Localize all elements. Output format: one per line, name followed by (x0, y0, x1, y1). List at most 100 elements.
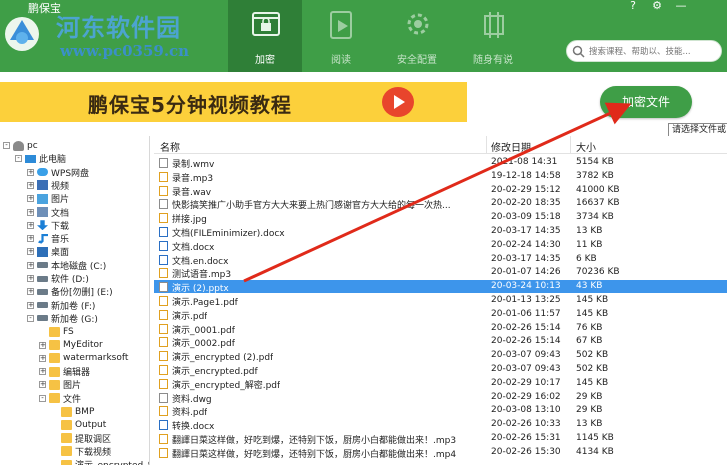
tree-node[interactable]: + 软件 (D:) (27, 272, 89, 285)
file-row[interactable]: 演示_0001.pdf 20-02-26 15:14 76 KB (154, 322, 727, 336)
file-list[interactable]: 名称 修改日期 大小 录制.wmv 2021-08 14:31 5154 KB 录音.… (154, 136, 727, 465)
expand-icon[interactable]: + (27, 301, 34, 309)
nav-encrypt[interactable]: 加密 (228, 0, 302, 72)
video-tutorial-banner[interactable]: 鹏保宝5分钟视频教程 (0, 82, 467, 122)
expand-icon[interactable]: + (27, 168, 34, 176)
file-row[interactable]: 录制.wmv 2021-08 14:31 5154 KB (154, 156, 727, 170)
expand-icon[interactable]: + (27, 195, 34, 203)
expand-icon[interactable]: + (39, 381, 46, 389)
tree-node[interactable]: + 桌面 (27, 245, 69, 258)
tree-node[interactable]: + 图片 (27, 192, 69, 205)
expand-icon[interactable]: + (27, 261, 34, 269)
expand-icon[interactable]: + (27, 208, 34, 216)
expand-icon[interactable]: + (27, 288, 34, 296)
file-row[interactable]: 资料.dwg 20-02-29 16:02 29 KB (154, 391, 727, 405)
file-row[interactable]: 测试语音.mp3 20-01-07 14:26 70236 KB (154, 266, 727, 280)
column-date[interactable]: 修改日期 (491, 139, 531, 154)
file-row[interactable]: 演示.pdf 20-01-06 11:57 145 KB (154, 308, 727, 322)
tree-node[interactable]: + 下载 (27, 219, 69, 232)
folder-tree[interactable]: - pc - 此电脑 + WPS网盘 + 视频 + 图片 + 文档 + 下载 + 音乐 + 桌面 + 本地磁盘 (C:… (0, 136, 150, 465)
tree-node[interactable]: + 图片 (39, 378, 81, 391)
expand-icon[interactable]: + (27, 248, 34, 256)
column-size[interactable]: 大小 (576, 139, 596, 154)
file-icon (159, 282, 168, 293)
tree-node[interactable]: - 此电脑 (15, 152, 66, 165)
file-row[interactable]: 文档.en.docx 20-03-17 14:35 6 KB (154, 253, 727, 267)
tree-node[interactable]: + 视频 (27, 179, 69, 192)
search-box[interactable] (566, 40, 722, 62)
file-row[interactable]: 演示 (2).pptx 20-03-24 10:13 43 KB (154, 280, 727, 294)
file-name: 翻譯日菜这样做，好吃到爆，还特别下饭，厨房小白都能做出来！.mp3 (172, 436, 457, 446)
file-row[interactable]: 演示_encrypted.pdf 20-03-07 09:43 502 KB (154, 363, 727, 377)
collapse-icon[interactable]: - (39, 394, 46, 402)
file-icon (159, 365, 168, 375)
file-row[interactable]: 文档(FILEminimizer).docx 20-03-17 14:35 13 K… (154, 225, 727, 239)
file-row[interactable]: 演示_0002.pdf 20-02-26 15:14 67 KB (154, 335, 727, 349)
file-date: 20-03-08 13:10 (491, 405, 561, 416)
file-row[interactable]: 演示_encrypted (2).pdf 20-03-07 09:43 502 KB (154, 349, 727, 363)
file-icon (159, 337, 168, 348)
file-row[interactable]: 快影搞笑推广小助手官方大大来要上热门感谢官方大大给的每一次热... 20-02-2… (154, 197, 727, 211)
expand-icon[interactable]: + (39, 368, 46, 376)
drive-icon (37, 275, 48, 282)
column-name[interactable]: 名称 (160, 139, 180, 154)
tree-node[interactable]: + 备份[勿删] (E:) (27, 285, 113, 298)
file-row[interactable]: 演示.Page1.pdf 20-01-13 13:25 145 KB (154, 294, 727, 308)
file-row[interactable]: 录音.wav 20-02-29 15:12 41000 KB (154, 184, 727, 198)
file-name: 翻譯日菜这样做，好吃到爆，还特别下饭，厨房小白都能做出来！.mp4 (172, 449, 457, 460)
play-icon[interactable] (382, 87, 414, 117)
file-date: 20-03-17 14:35 (491, 253, 561, 264)
tree-node-label: 文件 (63, 394, 82, 405)
tree-node[interactable]: BMP (51, 405, 94, 418)
tree-node[interactable]: + MyEditor (39, 339, 103, 352)
file-date: 20-02-26 15:30 (491, 446, 561, 457)
expand-icon[interactable]: + (27, 275, 34, 282)
tree-node[interactable]: - 新加卷 (G:) (27, 312, 98, 325)
file-icon (159, 447, 168, 458)
nav-read[interactable]: 阅读 (304, 0, 378, 72)
file-row[interactable]: 录音.mp3 19-12-18 14:58 3782 KB (154, 170, 727, 184)
file-size: 76 KB (576, 322, 603, 333)
expand-icon[interactable]: + (39, 341, 46, 349)
nav-portable[interactable]: 随身有说 (456, 0, 530, 72)
tree-node[interactable]: + 新加卷 (F:) (27, 299, 95, 312)
tree-node[interactable]: 下载视频 (51, 445, 111, 458)
tree-node[interactable]: Output (51, 418, 106, 431)
file-row[interactable]: 资料.pdf 20-03-08 13:10 29 KB (154, 404, 727, 418)
file-row[interactable]: 翻譯日菜这样做，好吃到爆，还特别下饭，厨房小白都能做出来！.mp4 20-02-2… (154, 446, 727, 460)
file-row[interactable]: 翻譯日菜这样做，好吃到爆，还特别下饭，厨房小白都能做出来！.mp3 20-02-2… (154, 432, 727, 446)
tree-node[interactable]: 演示_encrypted_解密 (51, 458, 149, 465)
tree-node[interactable]: + 文档 (27, 206, 69, 219)
collapse-icon[interactable]: - (3, 142, 10, 149)
user-icon (13, 140, 24, 151)
nav-security[interactable]: 安全配置 (380, 0, 454, 72)
tree-node[interactable]: + 本地磁盘 (C:) (27, 259, 106, 272)
expand-icon[interactable]: + (27, 181, 34, 189)
collapse-icon[interactable]: - (27, 314, 34, 322)
file-size: 145 KB (576, 295, 609, 305)
expand-icon[interactable]: + (27, 221, 34, 229)
tree-node[interactable]: + WPS网盘 (27, 166, 89, 179)
tree-node[interactable]: + 编辑器 (39, 365, 90, 378)
gear-shield-icon (407, 13, 429, 35)
help-button[interactable]: ? (622, 0, 644, 14)
tree-node[interactable]: FS (39, 325, 74, 338)
search-input[interactable] (589, 44, 717, 59)
file-row[interactable]: 文档.docx 20-02-24 14:30 11 KB (154, 239, 727, 253)
tree-node[interactable]: + 音乐 (27, 232, 69, 245)
tree-node[interactable]: - pc (3, 139, 38, 152)
tree-node[interactable]: 提取调区 (51, 432, 111, 445)
expand-icon[interactable]: + (27, 235, 34, 243)
file-row[interactable]: 拼接.jpg 20-03-09 15:18 3734 KB (154, 211, 727, 225)
tree-node[interactable]: - 文件 (39, 392, 81, 405)
settings-button[interactable]: ⚙ (646, 0, 668, 14)
file-icon (159, 406, 168, 417)
file-row[interactable]: 演示_encrypted_解密.pdf 20-02-29 10:17 145 KB (154, 377, 727, 391)
file-date: 19-12-18 14:58 (491, 170, 561, 181)
encrypt-file-button[interactable]: 加密文件 (600, 86, 692, 118)
collapse-icon[interactable]: - (15, 155, 22, 163)
minimize-button[interactable]: — (670, 0, 692, 14)
file-row[interactable]: 转换.docx 20-02-26 10:33 13 KB (154, 418, 727, 432)
expand-icon[interactable]: + (39, 354, 46, 362)
tree-node[interactable]: + watermarksoft (39, 352, 128, 365)
